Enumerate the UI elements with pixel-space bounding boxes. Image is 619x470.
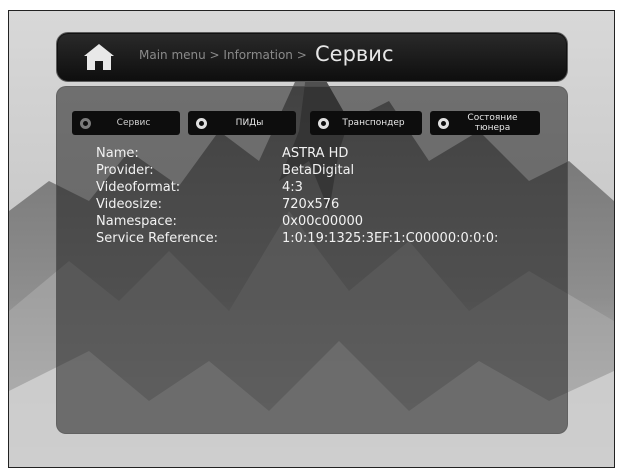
info-value: 4:3 [282, 180, 303, 195]
tab-indicator-icon [318, 117, 329, 129]
tab-tuner-status[interactable]: Состояние тюнера [430, 111, 540, 135]
tab-service[interactable]: Сервис [72, 111, 180, 135]
info-value: ASTRA HD [282, 146, 349, 161]
info-key: Name: [96, 146, 139, 161]
info-key: Videoformat: [96, 180, 181, 195]
info-key: Namespace: [96, 214, 177, 229]
tab-indicator-icon [80, 117, 91, 129]
tab-indicator-icon [438, 117, 449, 129]
info-value: 720x576 [282, 197, 340, 212]
info-key: Service Reference: [96, 231, 219, 246]
info-row-videosize: Videosize: 720x576 [96, 197, 498, 214]
tab-tuner-status-label: Состояние тюнера [467, 113, 518, 133]
info-row-videoformat: Videoformat: 4:3 [96, 180, 498, 197]
tab-indicator-icon [196, 117, 207, 129]
info-value: BetaDigital [282, 163, 355, 178]
info-panel [56, 86, 568, 434]
service-info-list: Name: ASTRA HD Provider: BetaDigital Vid… [96, 146, 498, 248]
info-key: Videosize: [96, 197, 163, 212]
tab-pids-label: ПИДы [235, 118, 264, 128]
home-icon [84, 44, 114, 70]
info-row-provider: Provider: BetaDigital [96, 163, 498, 180]
info-value: 1:0:19:1325:3EF:1:C00000:0:0:0: [282, 231, 499, 246]
tab-transponder[interactable]: Транспондер [310, 111, 422, 135]
info-row-name: Name: ASTRA HD [96, 146, 498, 163]
page-title: Сервис [315, 42, 394, 66]
tab-service-label: Сервис [116, 118, 151, 128]
breadcrumb: Main menu > Information > [139, 48, 307, 62]
tab-pids[interactable]: ПИДы [188, 111, 296, 135]
info-value: 0x00c00000 [282, 214, 364, 229]
info-row-service-reference: Service Reference: 1:0:19:1325:3EF:1:C00… [96, 231, 498, 248]
header-bar: Main menu > Information > Сервис [56, 32, 568, 82]
info-key: Provider: [96, 163, 154, 178]
tab-transponder-label: Транспондер [342, 118, 405, 128]
info-row-namespace: Namespace: 0x00c00000 [96, 214, 498, 231]
